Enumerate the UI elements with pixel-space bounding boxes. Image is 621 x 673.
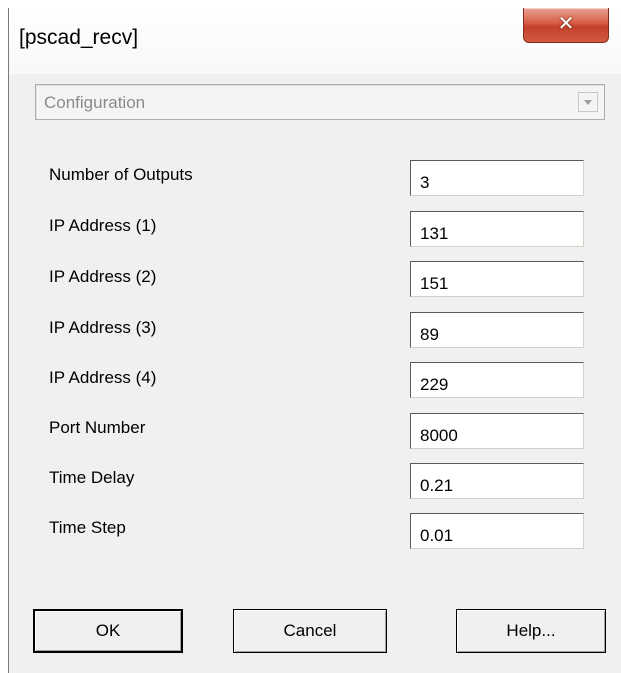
ip-address-3-input[interactable] <box>410 312 584 348</box>
ip-address-2-input[interactable] <box>410 261 584 297</box>
label-port-number: Port Number <box>49 418 146 437</box>
number-of-outputs-input[interactable] <box>410 160 584 196</box>
close-icon: ✕ <box>557 11 575 35</box>
configuration-dropdown[interactable]: Configuration <box>35 84 605 120</box>
cancel-button[interactable]: Cancel <box>233 609 387 653</box>
window-title: [pscad_recv] <box>19 26 139 49</box>
time-delay-input[interactable] <box>410 463 584 499</box>
ip-address-4-input[interactable] <box>410 362 584 398</box>
label-number-of-outputs: Number of Outputs <box>49 165 193 184</box>
configuration-dropdown-value: Configuration <box>44 93 146 112</box>
ok-button[interactable]: OK <box>33 609 183 653</box>
label-ip-address-1: IP Address (1) <box>49 216 157 235</box>
label-ip-address-3: IP Address (3) <box>49 318 157 337</box>
ip-address-1-input[interactable] <box>410 211 584 247</box>
help-button[interactable]: Help... <box>456 609 606 653</box>
label-time-step: Time Step <box>49 518 126 537</box>
dialog-window: [pscad_recv] ✕ Configuration Number of O… <box>8 8 621 673</box>
port-number-input[interactable] <box>410 413 584 449</box>
label-time-delay: Time Delay <box>49 468 135 487</box>
close-button[interactable]: ✕ <box>523 8 609 43</box>
chevron-down-icon[interactable] <box>578 92 598 112</box>
time-step-input[interactable] <box>410 513 584 549</box>
label-ip-address-2: IP Address (2) <box>49 267 157 286</box>
title-bar[interactable]: [pscad_recv] ✕ <box>9 8 621 74</box>
label-ip-address-4: IP Address (4) <box>49 368 157 387</box>
